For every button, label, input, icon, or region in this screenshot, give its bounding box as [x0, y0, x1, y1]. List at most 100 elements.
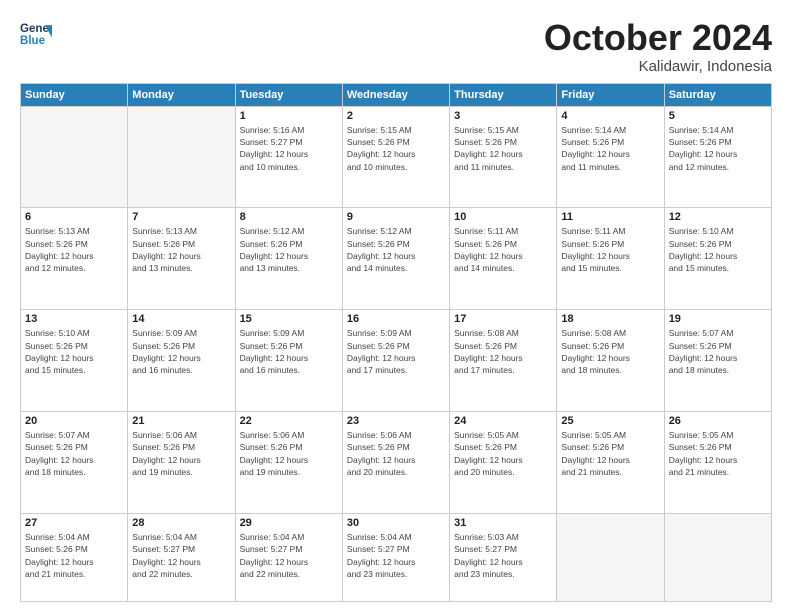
day-info: Sunrise: 5:05 AM Sunset: 5:26 PM Dayligh… [454, 429, 552, 478]
day-info: Sunrise: 5:09 AM Sunset: 5:26 PM Dayligh… [347, 327, 445, 376]
day-number: 7 [132, 211, 230, 223]
calendar-header-row: Sunday Monday Tuesday Wednesday Thursday… [21, 83, 772, 106]
day-info: Sunrise: 5:11 AM Sunset: 5:26 PM Dayligh… [561, 225, 659, 274]
calendar-cell [21, 106, 128, 208]
day-info: Sunrise: 5:12 AM Sunset: 5:26 PM Dayligh… [240, 225, 338, 274]
calendar-cell: 9 Sunrise: 5:12 AM Sunset: 5:26 PM Daylig… [342, 208, 449, 310]
day-number: 4 [561, 110, 659, 122]
header-tuesday: Tuesday [235, 83, 342, 106]
day-number: 2 [347, 110, 445, 122]
day-info: Sunrise: 5:09 AM Sunset: 5:26 PM Dayligh… [240, 327, 338, 376]
calendar-cell: 14 Sunrise: 5:09 AM Sunset: 5:26 PM Dayli… [128, 310, 235, 412]
header-saturday: Saturday [664, 83, 771, 106]
header-friday: Friday [557, 83, 664, 106]
calendar-cell: 16 Sunrise: 5:09 AM Sunset: 5:26 PM Dayli… [342, 310, 449, 412]
day-info: Sunrise: 5:13 AM Sunset: 5:26 PM Dayligh… [132, 225, 230, 274]
calendar-cell: 10 Sunrise: 5:11 AM Sunset: 5:26 PM Dayli… [450, 208, 557, 310]
day-number: 13 [25, 313, 123, 325]
header-wednesday: Wednesday [342, 83, 449, 106]
calendar-cell: 29 Sunrise: 5:04 AM Sunset: 5:27 PM Dayli… [235, 513, 342, 601]
day-number: 9 [347, 211, 445, 223]
svg-text:Blue: Blue [20, 35, 46, 47]
day-number: 16 [347, 313, 445, 325]
day-info: Sunrise: 5:08 AM Sunset: 5:26 PM Dayligh… [454, 327, 552, 376]
day-number: 20 [25, 415, 123, 427]
day-number: 27 [25, 517, 123, 529]
day-number: 23 [347, 415, 445, 427]
day-info: Sunrise: 5:11 AM Sunset: 5:26 PM Dayligh… [454, 225, 552, 274]
calendar-cell: 3Sunrise: 5:15 AM Sunset: 5:26 PM Daylig… [450, 106, 557, 208]
calendar-cell: 25Sunrise: 5:05 AM Sunset: 5:26 PM Dayli… [557, 412, 664, 514]
day-number: 29 [240, 517, 338, 529]
day-number: 12 [669, 211, 767, 223]
calendar-cell: 8 Sunrise: 5:12 AM Sunset: 5:26 PM Daylig… [235, 208, 342, 310]
day-info: Sunrise: 5:07 AM Sunset: 5:26 PM Dayligh… [669, 327, 767, 376]
header-thursday: Thursday [450, 83, 557, 106]
logo: General Blue [20, 18, 52, 50]
day-number: 30 [347, 517, 445, 529]
month-title: October 2024 [544, 18, 772, 58]
day-number: 11 [561, 211, 659, 223]
subtitle: Kalidawir, Indonesia [544, 58, 772, 75]
day-info: Sunrise: 5:16 AM Sunset: 5:27 PM Dayligh… [240, 124, 338, 173]
day-number: 6 [25, 211, 123, 223]
day-number: 17 [454, 313, 552, 325]
calendar-cell: 5 Sunrise: 5:14 AM Sunset: 5:26 PM Daylig… [664, 106, 771, 208]
day-number: 25 [561, 415, 659, 427]
calendar-cell: 13 Sunrise: 5:10 AM Sunset: 5:26 PM Dayli… [21, 310, 128, 412]
calendar-cell: 19 Sunrise: 5:07 AM Sunset: 5:26 PM Dayli… [664, 310, 771, 412]
calendar-cell: 11 Sunrise: 5:11 AM Sunset: 5:26 PM Dayli… [557, 208, 664, 310]
title-block: October 2024 Kalidawir, Indonesia [544, 18, 772, 75]
day-info: Sunrise: 5:06 AM Sunset: 5:26 PM Dayligh… [132, 429, 230, 478]
calendar-cell: 15Sunrise: 5:09 AM Sunset: 5:26 PM Dayli… [235, 310, 342, 412]
day-info: Sunrise: 5:10 AM Sunset: 5:26 PM Dayligh… [25, 327, 123, 376]
day-info: Sunrise: 5:03 AM Sunset: 5:27 PM Dayligh… [454, 531, 552, 580]
header-monday: Monday [128, 83, 235, 106]
calendar-cell: 6 Sunrise: 5:13 AM Sunset: 5:26 PM Daylig… [21, 208, 128, 310]
day-info: Sunrise: 5:06 AM Sunset: 5:26 PM Dayligh… [347, 429, 445, 478]
calendar-cell: 28 Sunrise: 5:04 AM Sunset: 5:27 PM Dayli… [128, 513, 235, 601]
day-number: 18 [561, 313, 659, 325]
day-info: Sunrise: 5:08 AM Sunset: 5:26 PM Dayligh… [561, 327, 659, 376]
day-info: Sunrise: 5:15 AM Sunset: 5:26 PM Dayligh… [347, 124, 445, 173]
day-info: Sunrise: 5:14 AM Sunset: 5:26 PM Dayligh… [561, 124, 659, 173]
day-number: 3 [454, 110, 552, 122]
calendar-cell: 27 Sunrise: 5:04 AM Sunset: 5:26 PM Dayli… [21, 513, 128, 601]
day-number: 24 [454, 415, 552, 427]
day-info: Sunrise: 5:13 AM Sunset: 5:26 PM Dayligh… [25, 225, 123, 274]
calendar-cell: 18 Sunrise: 5:08 AM Sunset: 5:26 PM Dayli… [557, 310, 664, 412]
day-info: Sunrise: 5:12 AM Sunset: 5:26 PM Dayligh… [347, 225, 445, 274]
svg-text:General: General [20, 23, 52, 35]
calendar-cell: 4 Sunrise: 5:14 AM Sunset: 5:26 PM Daylig… [557, 106, 664, 208]
day-number: 8 [240, 211, 338, 223]
day-info: Sunrise: 5:04 AM Sunset: 5:27 PM Dayligh… [240, 531, 338, 580]
day-info: Sunrise: 5:04 AM Sunset: 5:27 PM Dayligh… [132, 531, 230, 580]
calendar-cell: 23 Sunrise: 5:06 AM Sunset: 5:26 PM Dayli… [342, 412, 449, 514]
calendar-cell [128, 106, 235, 208]
calendar-cell: 12Sunrise: 5:10 AM Sunset: 5:26 PM Dayli… [664, 208, 771, 310]
calendar-table: Sunday Monday Tuesday Wednesday Thursday… [20, 83, 772, 602]
calendar-cell: 1 Sunrise: 5:16 AM Sunset: 5:27 PM Daylig… [235, 106, 342, 208]
calendar-cell [557, 513, 664, 601]
day-info: Sunrise: 5:04 AM Sunset: 5:26 PM Dayligh… [25, 531, 123, 580]
day-number: 22 [240, 415, 338, 427]
day-number: 14 [132, 313, 230, 325]
day-number: 5 [669, 110, 767, 122]
calendar-cell: 22Sunrise: 5:06 AM Sunset: 5:26 PM Dayli… [235, 412, 342, 514]
day-info: Sunrise: 5:07 AM Sunset: 5:26 PM Dayligh… [25, 429, 123, 478]
calendar-cell: 31 Sunrise: 5:03 AM Sunset: 5:27 PM Dayli… [450, 513, 557, 601]
day-info: Sunrise: 5:05 AM Sunset: 5:26 PM Dayligh… [669, 429, 767, 478]
day-info: Sunrise: 5:14 AM Sunset: 5:26 PM Dayligh… [669, 124, 767, 173]
day-number: 19 [669, 313, 767, 325]
day-info: Sunrise: 5:09 AM Sunset: 5:26 PM Dayligh… [132, 327, 230, 376]
day-info: Sunrise: 5:04 AM Sunset: 5:27 PM Dayligh… [347, 531, 445, 580]
calendar-cell: 2 Sunrise: 5:15 AM Sunset: 5:26 PM Daylig… [342, 106, 449, 208]
logo-icon: General Blue [20, 18, 52, 50]
day-number: 28 [132, 517, 230, 529]
day-number: 31 [454, 517, 552, 529]
calendar-cell [664, 513, 771, 601]
day-number: 1 [240, 110, 338, 122]
calendar-cell: 24 Sunrise: 5:05 AM Sunset: 5:26 PM Dayli… [450, 412, 557, 514]
day-number: 10 [454, 211, 552, 223]
page: General Blue October 2024 Kalidawir, Ind… [0, 0, 792, 612]
